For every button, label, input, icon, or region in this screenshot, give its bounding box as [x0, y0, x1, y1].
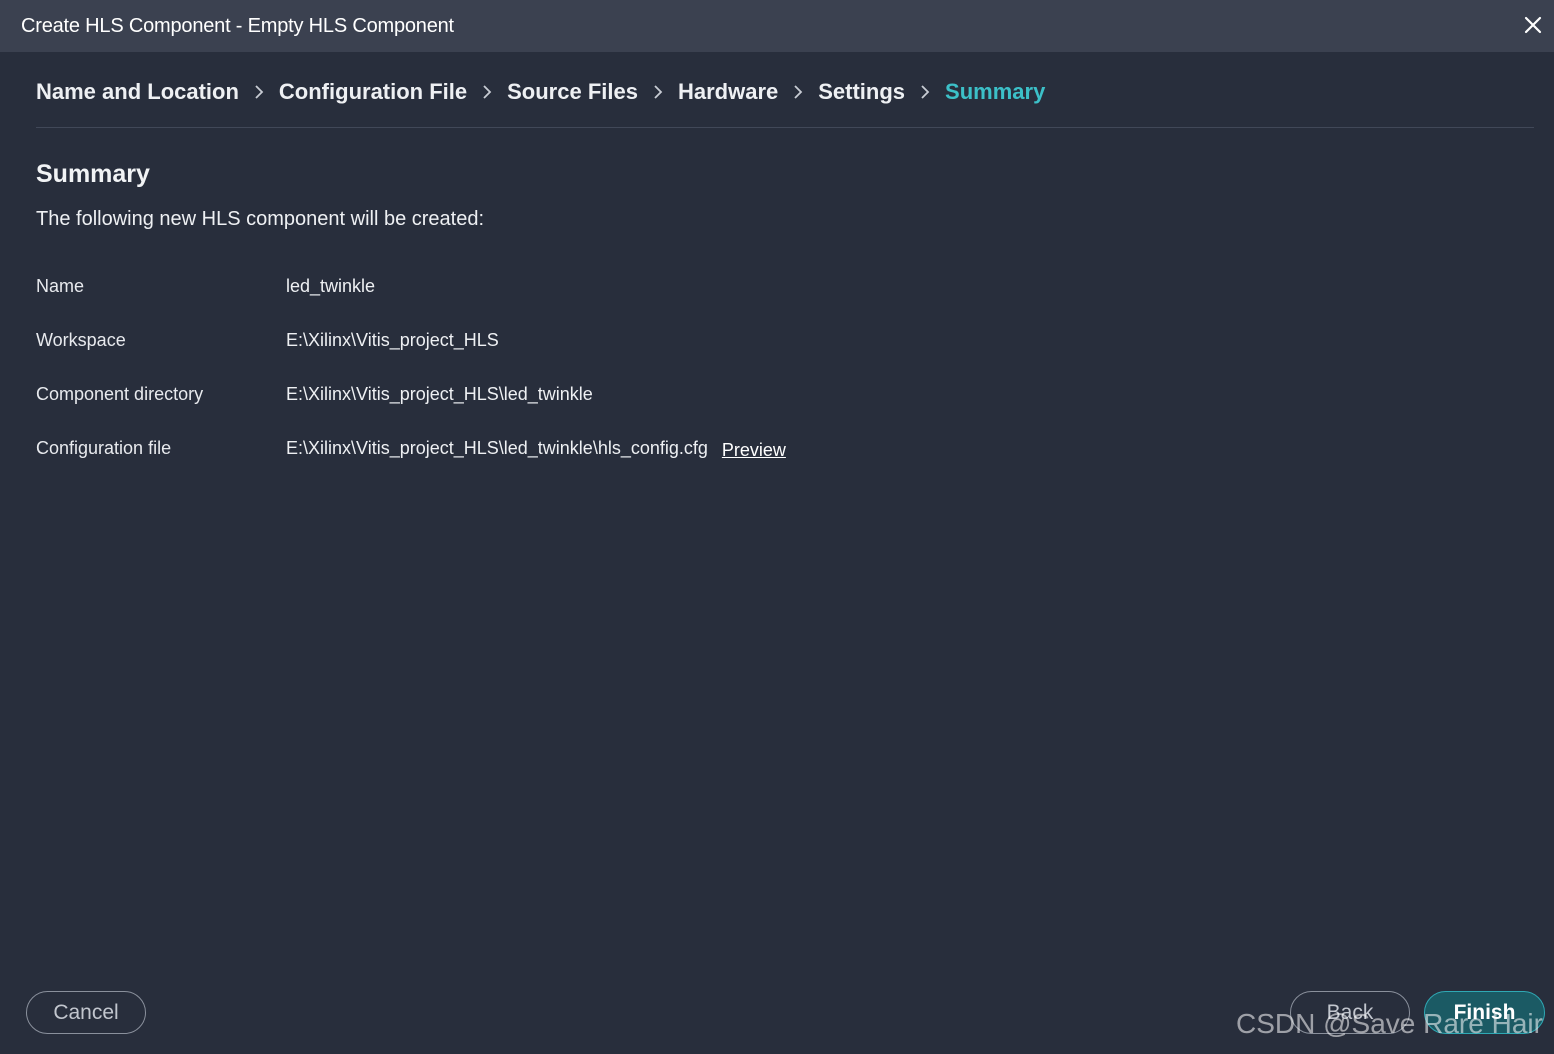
create-hls-component-dialog: Create HLS Component - Empty HLS Compone…: [0, 0, 1554, 1054]
summary-label: Workspace: [36, 329, 126, 350]
summary-row-workspace: Workspace E:\Xilinx\Vitis_project_HLS: [36, 325, 499, 355]
close-icon: [1524, 16, 1542, 34]
summary-value: E:\Xilinx\Vitis_project_HLS: [286, 329, 499, 350]
summary-label: Configuration file: [36, 437, 172, 458]
breadcrumb-step-name-and-location[interactable]: Name and Location: [36, 79, 239, 105]
breadcrumb-divider: [36, 127, 1534, 128]
summary-value: E:\Xilinx\Vitis_project_HLS\led_twinkle\…: [286, 437, 708, 458]
breadcrumb-step-source-files[interactable]: Source Files: [507, 79, 638, 105]
summary-row-name: Name led_twinkle: [36, 271, 375, 301]
summary-label: Name: [36, 275, 85, 296]
breadcrumb-step-hardware[interactable]: Hardware: [678, 79, 778, 105]
breadcrumb-step-settings[interactable]: Settings: [818, 79, 905, 105]
chevron-right-icon: [467, 84, 507, 100]
close-button[interactable]: [1518, 10, 1548, 40]
back-button[interactable]: Back: [1290, 991, 1410, 1034]
chevron-right-icon: [239, 84, 279, 100]
summary-value: E:\Xilinx\Vitis_project_HLS\led_twinkle: [286, 383, 593, 404]
section-title: Summary: [36, 160, 150, 188]
summary-row-component-directory: Component directory E:\Xilinx\Vitis_proj…: [36, 379, 593, 409]
summary-intro: The following new HLS component will be …: [36, 208, 485, 230]
finish-button[interactable]: Finish: [1424, 991, 1545, 1034]
breadcrumb-step-configuration-file[interactable]: Configuration File: [279, 79, 467, 105]
chevron-right-icon: [778, 84, 818, 100]
chevron-right-icon: [905, 84, 945, 100]
summary-value: led_twinkle: [286, 275, 376, 296]
preview-link[interactable]: Preview: [722, 440, 786, 461]
wizard-breadcrumb: Name and Location Configuration File Sou…: [36, 74, 1045, 110]
chevron-right-icon: [638, 84, 678, 100]
summary-label: Component directory: [36, 383, 204, 404]
summary-row-configuration-file: Configuration file E:\Xilinx\Vitis_proje…: [36, 433, 786, 463]
window-title: Create HLS Component - Empty HLS Compone…: [21, 14, 454, 37]
cancel-button[interactable]: Cancel: [26, 991, 146, 1034]
title-bar: Create HLS Component - Empty HLS Compone…: [0, 0, 1554, 52]
breadcrumb-step-summary[interactable]: Summary: [945, 79, 1045, 105]
